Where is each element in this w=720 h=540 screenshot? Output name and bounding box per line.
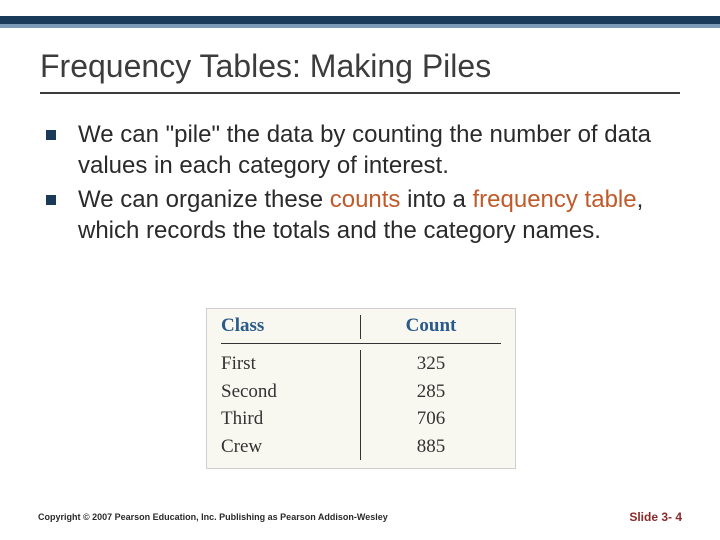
slide-number: Slide 3- 4 [629, 510, 682, 524]
cell-class: Second [221, 378, 361, 406]
bullet-text: We can "pile" the data by counting the n… [78, 120, 680, 181]
highlight-text: counts [330, 186, 401, 213]
frequency-table: Class Count First 325 Second 285 Third 7… [206, 308, 516, 469]
title-underline [40, 92, 680, 94]
table-row: First 325 [221, 350, 501, 378]
table-row: Second 285 [221, 378, 501, 406]
cell-class: Third [221, 405, 361, 433]
cell-count: 285 [361, 378, 501, 406]
square-bullet-icon [46, 130, 56, 140]
cell-count: 706 [361, 405, 501, 433]
highlight-text: frequency table [472, 186, 636, 213]
accent-bar-light [0, 24, 720, 28]
bullet-text-segment: into a [400, 186, 472, 213]
bullet-text-segment: We can "pile" the data by counting the n… [78, 121, 651, 179]
accent-bar-dark [0, 16, 720, 24]
cell-class: First [221, 350, 361, 378]
square-bullet-icon [46, 195, 56, 205]
table-header-count: Count [361, 315, 501, 339]
table-row: Third 706 [221, 405, 501, 433]
slide-title: Frequency Tables: Making Piles [40, 48, 491, 85]
copyright-text: Copyright © 2007 Pearson Education, Inc.… [38, 512, 388, 522]
bullet-text-segment: We can organize these [78, 186, 330, 213]
table-row: Crew 885 [221, 433, 501, 461]
cell-count: 885 [361, 433, 501, 461]
table-body: First 325 Second 285 Third 706 Crew 885 [221, 350, 501, 460]
bullet-item: We can organize these counts into a freq… [46, 185, 680, 246]
bullet-item: We can "pile" the data by counting the n… [46, 120, 680, 181]
table-header-row: Class Count [221, 315, 501, 344]
content-area: We can "pile" the data by counting the n… [46, 120, 680, 251]
bullet-text: We can organize these counts into a freq… [78, 185, 680, 246]
table-header-class: Class [221, 315, 361, 339]
cell-class: Crew [221, 433, 361, 461]
cell-count: 325 [361, 350, 501, 378]
